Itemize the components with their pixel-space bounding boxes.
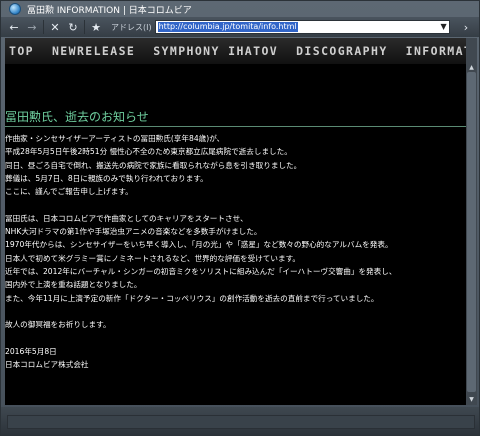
title-bar: 冨田勲 INFORMATION | 日本コロムビア [1,1,479,17]
nav-item-top[interactable]: TOP [9,44,34,58]
article-line: 近年では、2012年にバーチャル・シンガーの初音ミクをソリストに組み込んだ「イー… [5,266,397,276]
article-body: 作曲家・シンセサイザーアーティストの冨田勲氏(享年84歳)が、 平成28年5月5… [5,132,466,371]
page-title: 冨田勲氏、逝去のお知らせ [5,110,149,124]
browser-app-icon [9,3,21,15]
toolbar: ← → ✕ ↻ ★ アドレス(I) http://columbia.jp/tom… [1,17,479,37]
article-line: また、今年11月に上演予定の新作「ドクター・コッペリウス」の創作活動を逝去の直前… [5,293,379,303]
site-nav: TOP NEWRELEASE SYMPHONY IHATOV DISCOGRAP… [5,38,466,64]
toolbar-separator [84,20,85,34]
scroll-thumb[interactable] [467,72,476,392]
reload-icon[interactable]: ↻ [64,18,82,36]
article-line: 平成28年5月5日午後2時51分 慢性心不全のため東京都立広尾病院で逝去しました… [5,147,292,157]
address-bar[interactable]: http://columbia.jp/tomita/info.html ▼ [154,20,450,34]
status-bar [1,407,479,435]
chevron-down-icon[interactable]: ▼ [440,22,446,31]
article-line: 葬儀は、5月7日、8日に親族のみで執り行われております。 [5,173,208,183]
back-arrow-icon[interactable]: ← [5,18,23,36]
article-line: 冨田氏は、日本コロムビアで作曲家としてのキャリアをスタートさせ、 [5,213,248,223]
address-url[interactable]: http://columbia.jp/tomita/info.html [157,22,298,32]
article-line: 同日、昼ごろ自宅で倒れ、搬送先の病院で家族に看取られながら息を引き取りました。 [5,160,302,170]
nav-item-newrelease[interactable]: NEWRELEASE [52,44,135,58]
article-line: 作曲家・シンセサイザーアーティストの冨田勲氏(享年84歳)が、 [5,134,225,143]
article-line: ここに、謹んでご報告申し上げます。 [5,187,133,197]
company-signature: 日本コロムビア株式会社 [5,360,89,370]
forward-arrow-icon[interactable]: → [23,18,41,36]
address-label: アドレス(I) [111,22,152,32]
stop-icon[interactable]: ✕ [46,18,64,36]
vertical-scrollbar[interactable]: ▲ ▼ [466,38,477,405]
heading-divider [5,126,466,127]
publish-date: 2016年5月8日 [5,346,57,356]
star-icon[interactable]: ★ [87,18,105,36]
window-title: 冨田勲 INFORMATION | 日本コロムビア [27,5,192,16]
article-line: 国内外で上演を重ね話題となりました。 [5,280,142,290]
browser-window: 冨田勲 INFORMATION | 日本コロムビア ← → ✕ ↻ ★ アドレス… [0,0,480,436]
status-field [7,415,475,429]
article-line: NHK大河ドラマの第1作や手塚治虫アニメの音楽などを多数手がけました。 [5,227,262,237]
article-line: 故人の御冥福をお祈りします。 [5,320,111,330]
article-line: 1970年代からは、シンセサイザーをいち早く導入し、「月の光」や「惑星」など数々… [5,240,393,250]
nav-item-discography[interactable]: DISCOGRAPHY [296,44,388,58]
page-content: TOP NEWRELEASE SYMPHONY IHATOV DISCOGRAP… [5,38,466,405]
nav-item-information[interactable]: INFORMAT [406,44,466,58]
scroll-up-icon[interactable]: ▲ [466,62,477,72]
go-arrow-icon[interactable]: › [457,18,475,36]
toolbar-separator [43,20,44,34]
nav-item-symphony-ihatov[interactable]: SYMPHONY IHATOV [153,44,278,58]
scroll-down-icon[interactable]: ▼ [466,394,477,404]
article-line: 日本人で初めて米グラミー賞にノミネートされるなど、世界的な評価を受けています。 [5,253,301,263]
